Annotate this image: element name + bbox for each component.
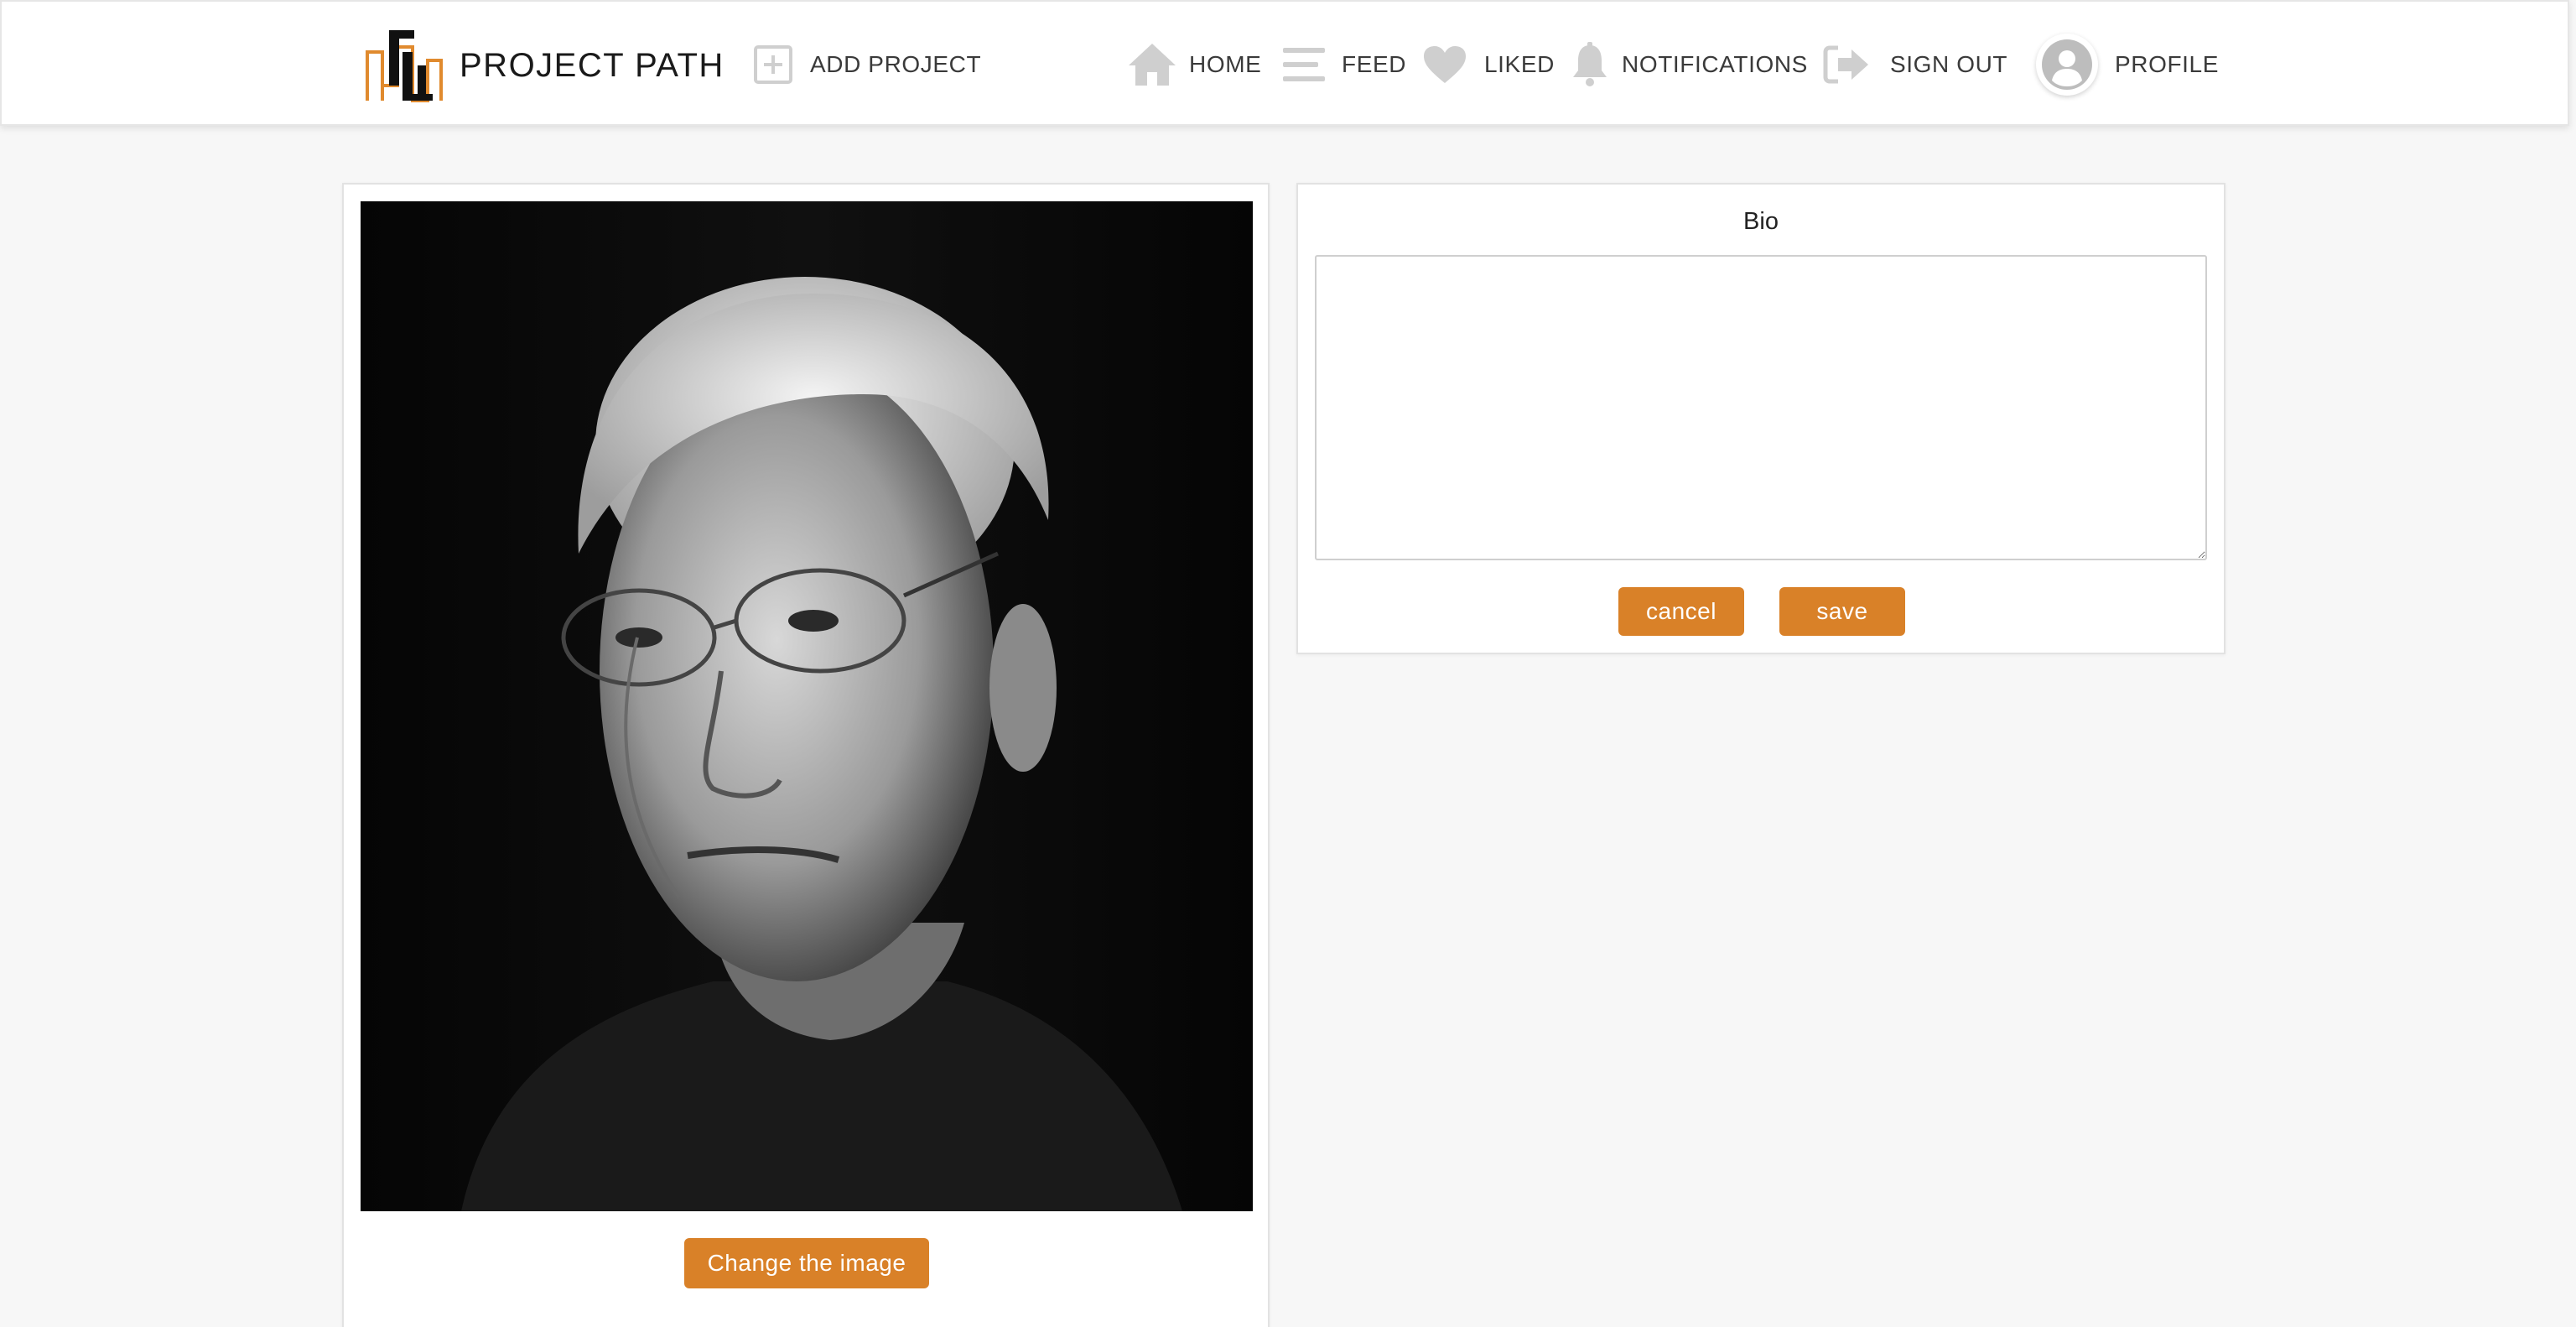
portrait-image [361, 201, 1253, 1211]
nav-sign-out[interactable]: SIGN OUT [1823, 35, 2007, 94]
nav-home[interactable]: HOME [1127, 35, 1261, 94]
heart-icon [1422, 44, 1467, 85]
brand-name: PROJECT PATH [460, 46, 724, 84]
nav-add-project-label: ADD PROJECT [810, 51, 982, 77]
plus-square-icon [753, 44, 793, 85]
cancel-button[interactable]: cancel [1618, 587, 1744, 636]
bio-textarea[interactable] [1315, 255, 2207, 560]
nav-profile-label: PROFILE [2115, 51, 2220, 77]
bio-title: Bio [1743, 208, 1779, 235]
nav-liked[interactable]: LIKED [1422, 35, 1555, 94]
profile-photo-card: Change the image [342, 183, 1270, 1327]
nav-notifications[interactable]: NOTIFICATIONS [1571, 35, 1808, 94]
nav-sign-out-label: SIGN OUT [1890, 51, 2008, 77]
save-button[interactable]: save [1779, 587, 1905, 636]
nav-home-label: HOME [1189, 51, 1262, 77]
project-path-logo-icon [366, 30, 443, 102]
top-navbar: PROJECT PATH ADD PROJECT HOME FEED LIKED… [0, 0, 2569, 126]
brand-home-link[interactable]: PROJECT PATH [364, 27, 724, 104]
nav-liked-label: LIKED [1484, 51, 1555, 77]
profile-photo [361, 201, 1253, 1211]
list-icon [1283, 46, 1325, 83]
nav-feed-label: FEED [1342, 51, 1407, 77]
bell-icon [1571, 42, 1608, 87]
nav-notifications-label: NOTIFICATIONS [1622, 51, 1808, 77]
nav-feed[interactable]: FEED [1283, 35, 1406, 94]
user-avatar-icon [2036, 34, 2098, 96]
nav-profile[interactable]: PROFILE [2036, 34, 2220, 96]
nav-add-project[interactable]: ADD PROJECT [753, 35, 981, 94]
home-icon [1127, 42, 1177, 87]
sign-out-icon [1823, 44, 1870, 85]
change-image-button[interactable]: Change the image [684, 1238, 929, 1288]
bio-card: Bio cancel save [1296, 183, 2225, 654]
